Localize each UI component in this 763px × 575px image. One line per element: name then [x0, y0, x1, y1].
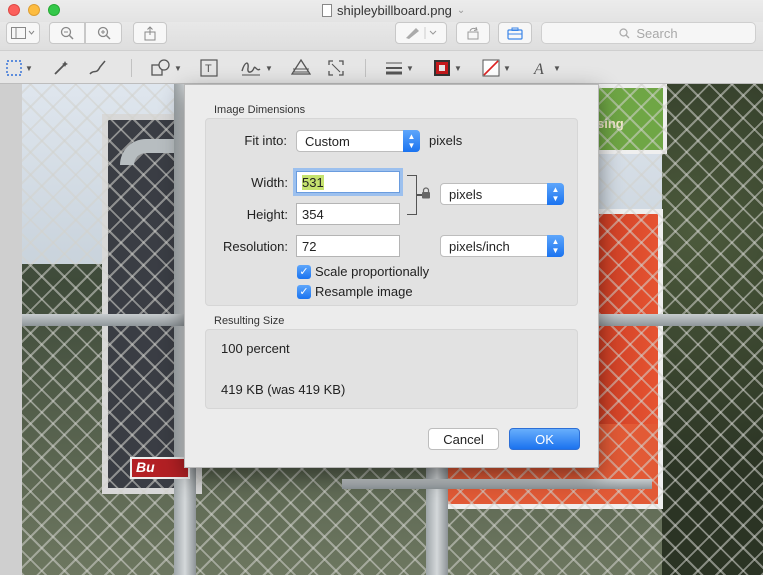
rect-select-icon — [6, 60, 22, 76]
fill-color-icon — [482, 59, 500, 77]
instant-alpha-tool[interactable] — [52, 58, 70, 78]
share-icon — [144, 25, 156, 40]
document-icon — [322, 4, 332, 17]
close-window-button[interactable] — [8, 4, 20, 16]
size-unit-value: pixels — [449, 187, 483, 202]
minimize-window-button[interactable] — [28, 4, 40, 16]
toolbar: Search — [0, 22, 763, 50]
markup-toolbar: ▼ ▼ T ▼ ▼ ▼ ▼ A ▼ — [0, 50, 763, 84]
chevron-down-icon: ▼ — [454, 63, 462, 73]
size-unit-popup[interactable]: pixels ▲ ▼ — [440, 183, 564, 205]
fit-into-popup[interactable]: Custom ▲ ▼ — [296, 130, 420, 152]
line-style-tool[interactable]: ▼ — [385, 58, 414, 78]
resolution-unit-value: pixels/inch — [449, 239, 510, 254]
adjust-color-tool[interactable] — [291, 58, 311, 78]
text-icon: T — [200, 59, 218, 77]
fence-rail — [342, 479, 652, 489]
updown-arrows-icon: ▲ ▼ — [547, 235, 564, 257]
chevron-down-icon: ▼ — [174, 63, 182, 73]
text-style-icon: A — [533, 61, 544, 77]
sign: Bu — [130, 457, 190, 479]
chevron-down-icon: ▼ — [503, 63, 511, 73]
width-label: Width: — [251, 175, 288, 190]
sign-tool[interactable]: ▼ — [240, 58, 273, 78]
ok-button[interactable]: OK — [509, 428, 580, 450]
border-color-tool[interactable]: ▼ — [433, 58, 462, 78]
width-field[interactable]: 531 — [296, 171, 400, 193]
fit-into-label: Fit into: — [244, 133, 287, 148]
toolbox-icon — [507, 27, 523, 40]
zoom-window-button[interactable] — [48, 4, 60, 16]
resolution-unit-popup[interactable]: pixels/inch ▲ ▼ — [440, 235, 564, 257]
markup-pen-icon — [406, 27, 437, 39]
zoom-out-button[interactable] — [49, 22, 85, 44]
checkmark-icon: ✓ — [299, 266, 309, 278]
zoom-in-icon — [97, 26, 111, 40]
document-title[interactable]: shipleybillboard.png ⌄ — [322, 3, 465, 18]
height-value: 354 — [302, 207, 324, 222]
toolbox-button[interactable] — [498, 22, 532, 44]
text-style-tool[interactable]: A ▼ — [532, 58, 561, 78]
resolution-label: Resolution: — [222, 239, 288, 254]
sign-icon — [241, 62, 261, 76]
zoom-out-icon — [60, 26, 74, 40]
sidebar-icon — [11, 27, 35, 39]
zoom-in-button[interactable] — [85, 22, 122, 44]
sidebar-toggle-button[interactable] — [6, 22, 40, 44]
chevron-down-icon: ▼ — [25, 63, 33, 73]
share-button[interactable] — [133, 22, 167, 44]
resample-label: Resample image — [315, 284, 413, 299]
toolbar-divider — [131, 59, 132, 77]
fill-color-tool[interactable]: ▼ — [482, 58, 511, 78]
adjust-size-dialog: Image Dimensions Fit into: Custom ▲ ▼ pix… — [184, 84, 599, 468]
height-label: Height: — [246, 207, 288, 222]
height-field[interactable]: 354 — [296, 203, 400, 225]
scale-proportionally-checkbox[interactable]: ✓ — [297, 265, 311, 279]
image-dimensions-title: Image Dimensions — [214, 104, 306, 116]
shapes-tool[interactable]: ▼ — [151, 58, 182, 78]
updown-arrows-icon: ▲ ▼ — [547, 183, 564, 205]
shapes-icon — [151, 59, 170, 76]
resolution-field[interactable]: 72 — [296, 235, 400, 257]
chevron-down-icon: ⌄ — [456, 5, 466, 16]
svg-text:A: A — [533, 61, 544, 77]
chevron-down-icon: ▼ — [406, 63, 414, 73]
adjust-size-tool[interactable] — [327, 58, 345, 78]
sketch-icon — [89, 60, 106, 75]
scale-proportionally-label: Scale proportionally — [315, 264, 430, 279]
resolution-value: 72 — [302, 239, 317, 254]
proportion-bracket — [407, 175, 417, 215]
fit-into-value: Custom — [305, 134, 350, 149]
result-filesize: 419 KB (was 419 KB) — [221, 382, 346, 397]
resulting-size-title: Resulting Size — [214, 315, 285, 327]
border-color-icon — [434, 60, 450, 76]
resample-checkbox[interactable]: ✓ — [297, 285, 311, 299]
text-tool[interactable]: T — [200, 58, 218, 78]
markup-toolbar-button[interactable] — [395, 22, 447, 44]
adjust-color-icon — [291, 59, 311, 75]
search-field[interactable]: Search — [541, 22, 756, 44]
rotate-button[interactable] — [456, 22, 490, 44]
result-percent: 100 percent — [221, 341, 290, 356]
cancel-button[interactable]: Cancel — [428, 428, 499, 450]
chevron-down-icon: ▼ — [553, 63, 561, 73]
updown-arrows-icon: ▲ ▼ — [403, 130, 420, 152]
chevron-down-icon: ▼ — [265, 63, 273, 73]
adjust-size-icon — [328, 60, 344, 76]
search-placeholder: Search — [636, 25, 678, 41]
toolbar-divider — [365, 59, 366, 77]
search-icon — [619, 27, 630, 38]
lock-icon[interactable] — [421, 187, 431, 199]
instant-alpha-icon — [54, 61, 68, 75]
document-title-text: shipleybillboard.png — [337, 3, 452, 18]
width-value: 531 — [302, 175, 324, 190]
fit-into-unit: pixels — [429, 133, 463, 148]
line-style-icon — [386, 62, 402, 75]
sketch-tool[interactable] — [88, 58, 108, 78]
selection-tool[interactable]: ▼ — [6, 58, 33, 78]
svg-text:T: T — [205, 63, 212, 75]
checkmark-icon: ✓ — [299, 286, 309, 298]
rotate-icon — [467, 26, 479, 40]
title-bar: shipleybillboard.png ⌄ — [0, 0, 763, 22]
